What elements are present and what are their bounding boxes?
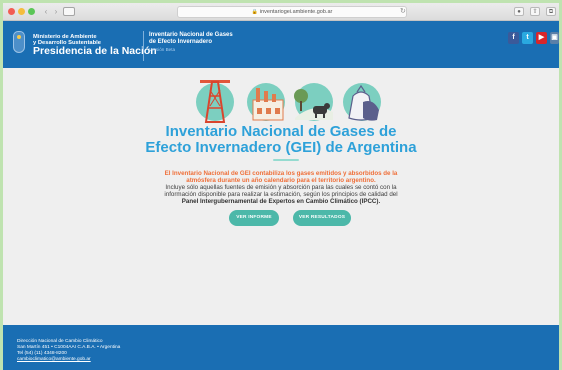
view-results-button[interactable]: VER RESULTADOS	[293, 210, 351, 226]
sector-illustrations	[3, 68, 559, 128]
view-report-button[interactable]: VER INFORME	[229, 210, 279, 226]
energy-tower-icon	[200, 80, 230, 123]
lock-icon: 🔒	[251, 9, 258, 15]
main-content: Inventario Nacional de Gases de Efecto I…	[3, 68, 559, 325]
national-emblem-icon	[13, 31, 25, 53]
facebook-icon[interactable]: f	[508, 32, 519, 44]
twitter-icon[interactable]: t	[522, 32, 533, 44]
browser-toolbar: ‹ › 🔒 inventariogei.ambiente.gob.ar ↻ ● ⇧…	[3, 3, 559, 21]
address-bar[interactable]: 🔒 inventariogei.ambiente.gob.ar	[177, 6, 407, 18]
minimize-window-button[interactable]	[18, 8, 25, 15]
sidebar-toggle-button[interactable]	[63, 7, 75, 16]
header-divider	[143, 31, 144, 61]
browser-window: ‹ › 🔒 inventariogei.ambiente.gob.ar ↻ ● ⇧…	[3, 3, 559, 370]
industry-icon	[252, 88, 284, 121]
body-text-line2: información disponible para realizar la …	[164, 191, 398, 198]
presidencia-logo-text[interactable]: Presidencia de la Nación	[33, 45, 157, 57]
share-button[interactable]: ⇧	[530, 7, 540, 16]
site-footer: Dirección Nacional de Cambio Climático S…	[3, 325, 559, 370]
waste-bag-icon	[348, 84, 379, 121]
youtube-icon[interactable]: ▶	[536, 32, 547, 44]
body-text-line1: Incluye sólo aquellas fuentes de emisión…	[165, 184, 397, 191]
footer-email-link[interactable]: cambioclimatico@ambiente.gob.ar	[17, 357, 91, 363]
inventory-name-line2[interactable]: de Efecto Invernadero	[149, 39, 212, 46]
maximize-window-button[interactable]	[28, 8, 35, 15]
back-icon[interactable]: ‹	[41, 7, 51, 16]
close-window-button[interactable]	[8, 8, 15, 15]
inventory-name-line1[interactable]: Inventario Nacional de Gases	[149, 32, 233, 39]
body-text-line3: Panel Intergubernamental de Expertos en …	[181, 198, 381, 205]
reload-icon[interactable]: ↻	[400, 6, 406, 18]
title-underline	[273, 159, 299, 161]
site-header: Ministerio de Ambiente y Desarrollo Sust…	[3, 21, 559, 68]
url-text: inventariogei.ambiente.gob.ar	[259, 9, 333, 15]
version-label: Versión Beta	[149, 47, 176, 52]
downloads-button[interactable]: ●	[514, 7, 524, 16]
agriculture-icon	[294, 89, 333, 120]
lead-text-line2: atmósfera durante un año calendario para…	[186, 177, 376, 184]
forward-icon[interactable]: ›	[51, 7, 61, 16]
page-title-line2: Efecto Invernadero (GEI) de Argentina	[145, 139, 417, 156]
page-title-line1: Inventario Nacional de Gases de	[165, 123, 397, 140]
lead-text-line1: El Inventario Nacional de GEI contabiliz…	[164, 170, 398, 177]
tabs-button[interactable]: ⧉	[546, 7, 556, 16]
instagram-icon[interactable]: ▣	[550, 32, 559, 44]
